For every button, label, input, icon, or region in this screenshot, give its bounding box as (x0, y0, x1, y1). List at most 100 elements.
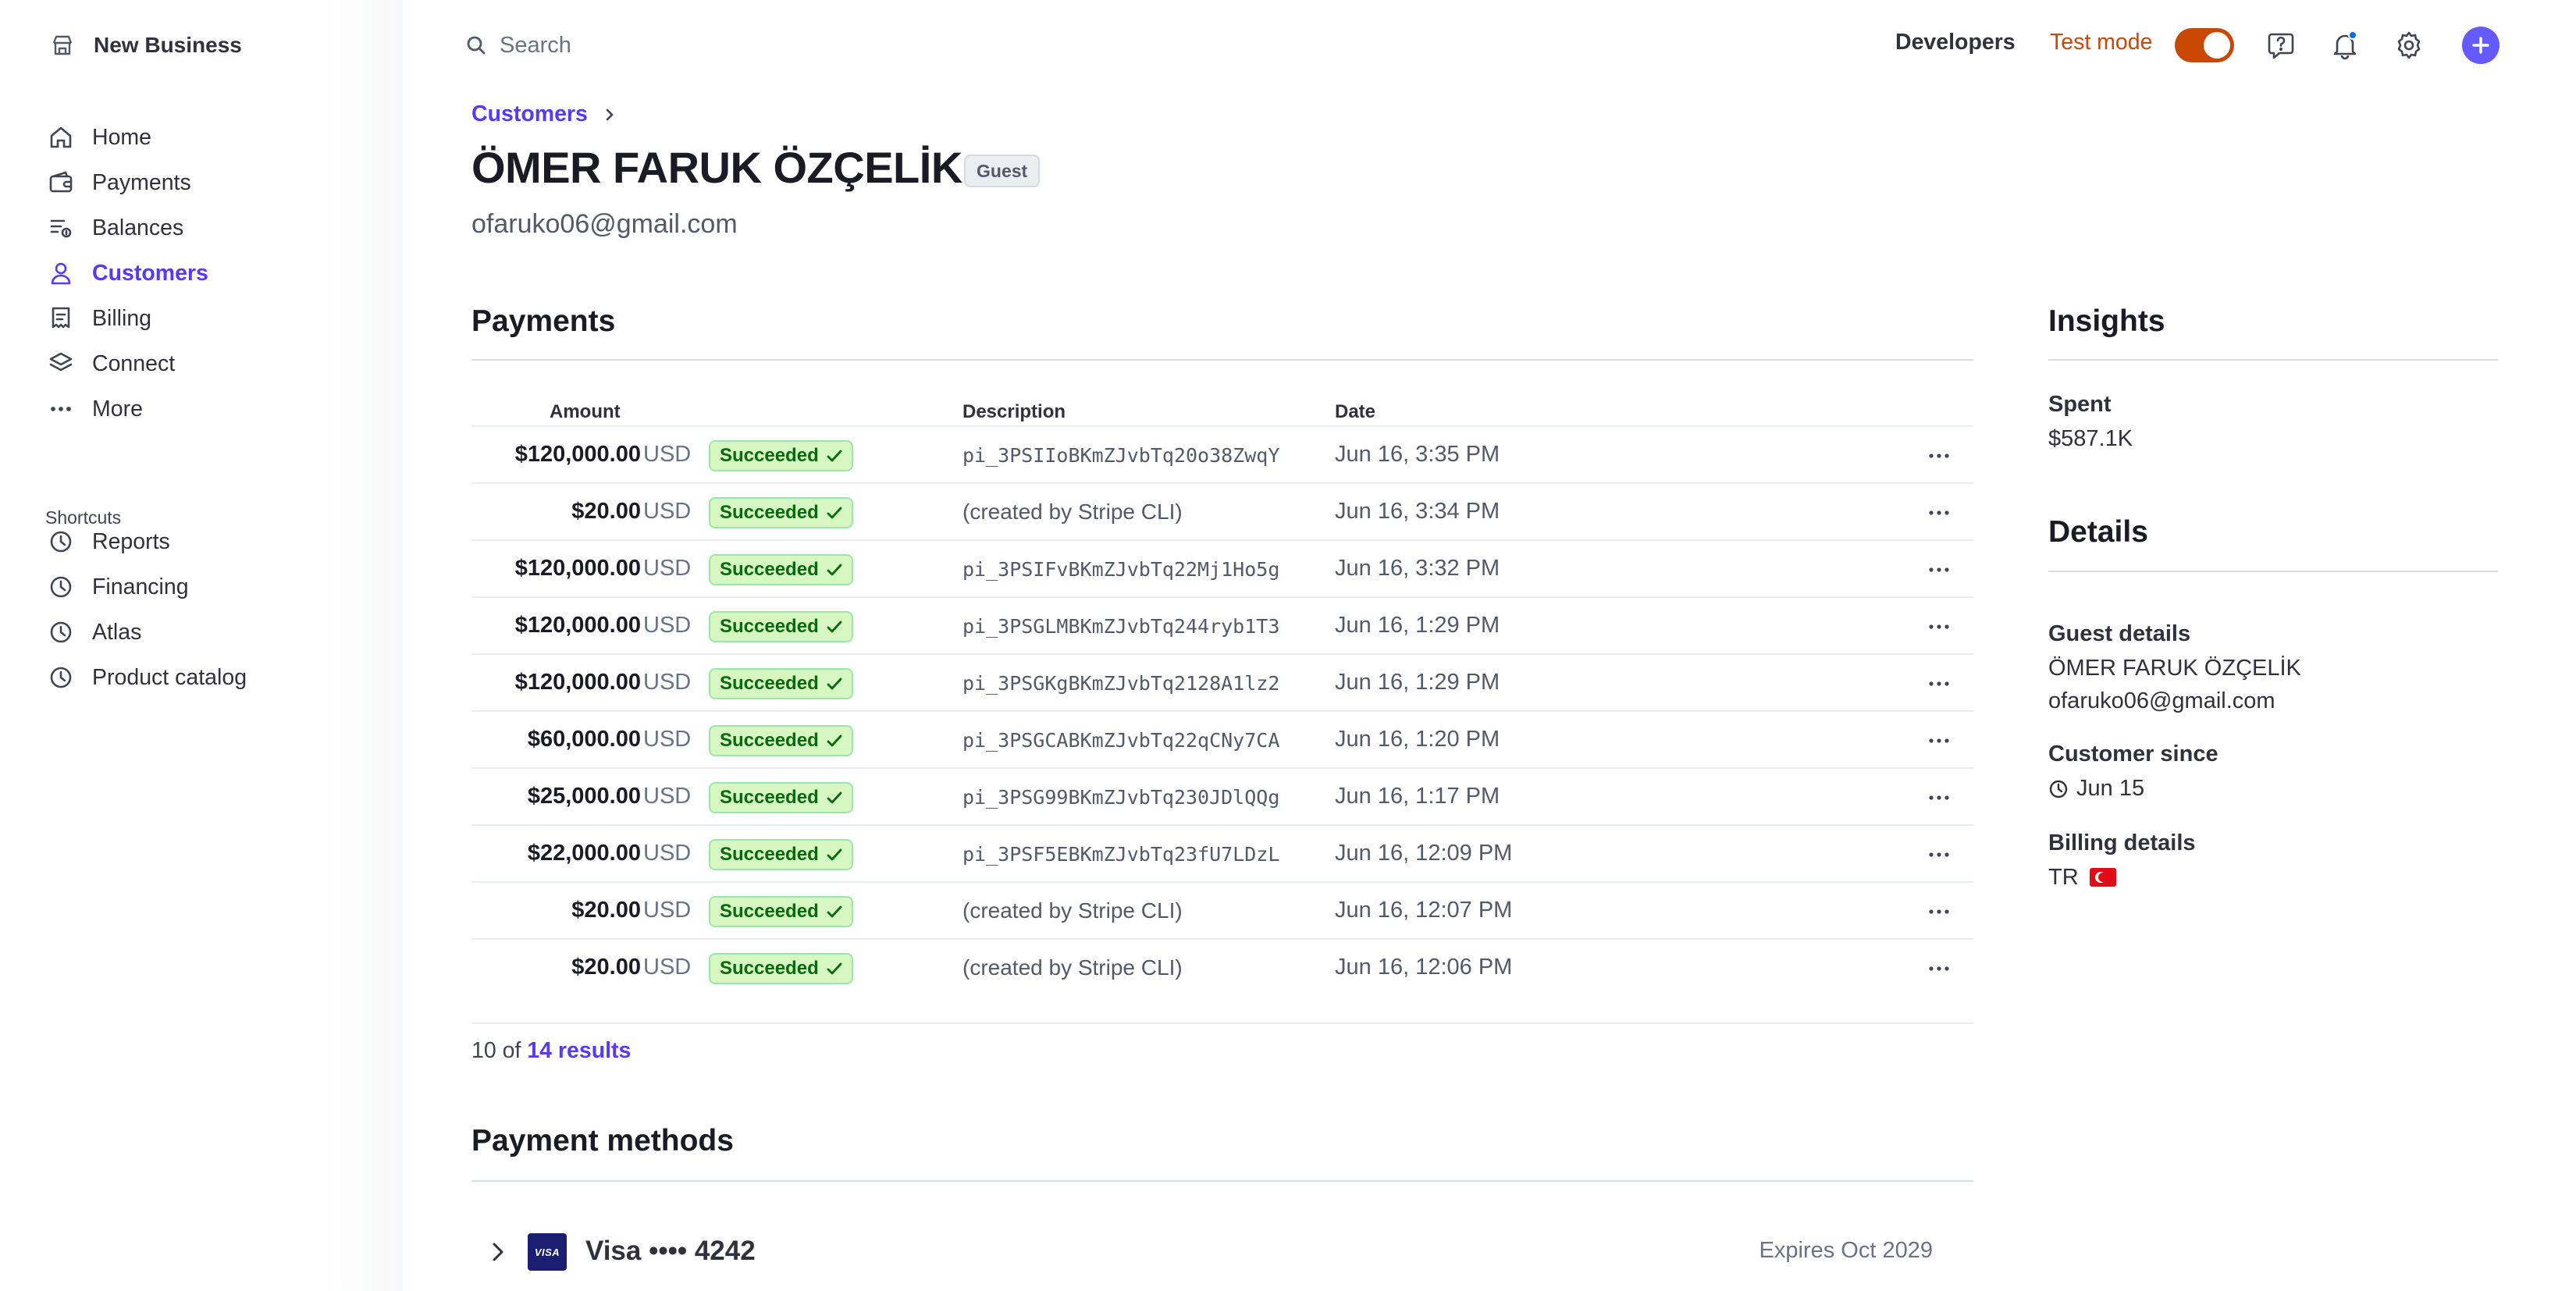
column-amount[interactable]: Amount (550, 401, 621, 423)
breadcrumb-customers[interactable]: Customers (471, 101, 588, 127)
test-mode-toggle[interactable] (2175, 28, 2234, 62)
payment-description: pi_3PSG99BKmZJvbTq230JDlQQg (962, 786, 1280, 809)
column-date[interactable]: Date (1335, 401, 1375, 423)
shortcut-label: Financing (92, 574, 189, 599)
status-badge: Succeeded (709, 611, 853, 642)
row-actions-ellipsis-icon[interactable] (1925, 727, 1953, 755)
table-row[interactable]: $60,000.00 USD Succeeded pi_3PSGCABKmZJvbTq… (471, 710, 1973, 768)
sidebar-item-connect[interactable]: Connect (47, 347, 175, 381)
table-row[interactable]: $120,000.00 USD Succeeded pi_3PSGLMBKmZJvbT… (471, 596, 1973, 654)
payment-currency: USD (643, 841, 692, 866)
spent-value: $587.1K (2048, 426, 2133, 451)
help-icon[interactable] (2265, 30, 2297, 61)
payment-date: Jun 16, 3:35 PM (1335, 442, 1500, 467)
payment-description: pi_3PSGKgBKmZJvbTq2128A1lz2 (962, 672, 1280, 695)
shortcut-reports[interactable]: Reports (47, 525, 170, 559)
store-icon (52, 35, 73, 55)
table-row[interactable]: $120,000.00 USD Succeeded pi_3PSIFvBKmZJvbT… (471, 539, 1973, 597)
row-actions-ellipsis-icon[interactable] (1925, 442, 1953, 470)
create-new-button[interactable] (2462, 27, 2500, 64)
ellipsis-icon (51, 407, 71, 411)
insights-heading: Insights (2048, 304, 2165, 338)
row-actions-ellipsis-icon[interactable] (1925, 955, 1953, 983)
checkmark-icon (827, 564, 842, 576)
table-row[interactable]: $20.00 USD Succeeded (created by Stripe CLI… (471, 482, 1973, 540)
row-actions-ellipsis-icon[interactable] (1925, 841, 1953, 869)
payment-description: (created by Stripe CLI) (962, 955, 1183, 980)
payment-description: pi_3PSGLMBKmZJvbTq244ryb1T3 (962, 615, 1280, 638)
status-label: Succeeded (720, 673, 819, 694)
sidebar-item-payments[interactable]: Payments (47, 165, 191, 200)
checkmark-icon (827, 905, 842, 918)
status-label: Succeeded (720, 901, 819, 922)
details-divider (2048, 571, 2498, 572)
sidebar-item-billing[interactable]: Billing (47, 301, 151, 336)
status-badge: Succeeded (709, 497, 853, 528)
checkmark-icon (827, 450, 842, 462)
insights-divider (2048, 359, 2498, 361)
status-label: Succeeded (720, 502, 819, 523)
clock-icon (50, 576, 72, 598)
payment-currency: USD (643, 727, 692, 752)
sidebar-item-label: Connect (92, 350, 176, 376)
payment-method-row[interactable]: VISA Visa •••• 4242 Expires Oct 2029 (484, 1230, 1967, 1274)
payment-currency: USD (643, 442, 692, 467)
notifications-bell-icon[interactable] (2329, 30, 2361, 61)
payment-currency: USD (643, 784, 692, 809)
settings-gear-icon[interactable] (2393, 30, 2425, 61)
test-mode-label: Test mode (2050, 30, 2153, 55)
payment-description: (created by Stripe CLI) (962, 500, 1183, 524)
billing-country-code: TR (2048, 865, 2079, 890)
row-actions-ellipsis-icon[interactable] (1925, 898, 1953, 926)
status-badge: Succeeded (709, 896, 853, 927)
row-actions-ellipsis-icon[interactable] (1925, 556, 1953, 584)
payment-currency: USD (643, 556, 692, 581)
sidebar-item-more[interactable]: More (47, 392, 143, 426)
customer-since-label: Customer since (2048, 742, 2218, 766)
payment-amount: $20.00 (571, 955, 641, 980)
row-actions-ellipsis-icon[interactable] (1925, 784, 1953, 812)
customer-since: Jun 15 (2048, 776, 2144, 802)
payment-currency: USD (643, 670, 692, 695)
payment-currency: USD (643, 499, 692, 524)
shortcut-atlas[interactable]: Atlas (47, 615, 141, 649)
payment-amount: $120,000.00 (514, 556, 641, 581)
column-description[interactable]: Description (962, 401, 1066, 423)
payments-heading: Payments (471, 304, 616, 338)
payment-methods-heading: Payment methods (471, 1124, 734, 1158)
shortcut-label: Atlas (92, 619, 142, 645)
table-row[interactable]: $20.00 USD Succeeded (created by Stripe CLI… (471, 881, 1973, 939)
sidebar-item-label: Home (92, 124, 152, 150)
table-row[interactable]: $20.00 USD Succeeded (created by Stripe CLI… (471, 938, 1973, 996)
plus-icon (2472, 37, 2489, 54)
row-actions-ellipsis-icon[interactable] (1925, 499, 1953, 527)
customer-email: ofaruko06@gmail.com (471, 209, 738, 239)
account-switcher[interactable]: New Business (50, 30, 242, 61)
sidebar-item-balances[interactable]: Balances (47, 211, 183, 245)
breadcrumb[interactable]: Customers (471, 101, 617, 127)
checkmark-icon (827, 734, 842, 747)
checkmark-icon (827, 507, 842, 519)
table-row[interactable]: $22,000.00 USD Succeeded pi_3PSF5EBKmZJvbTq… (471, 824, 1973, 882)
shortcut-financing[interactable]: Financing (47, 570, 189, 604)
payment-date: Jun 16, 1:29 PM (1335, 670, 1500, 695)
sidebar-item-customers[interactable]: Customers (47, 256, 208, 290)
table-row[interactable]: $120,000.00 USD Succeeded pi_3PSIIoBKmZJvbT… (471, 425, 1973, 483)
shortcut-product-catalog[interactable]: Product catalog (47, 660, 247, 695)
view-all-results-link[interactable]: 14 results (527, 1038, 631, 1063)
row-actions-ellipsis-icon[interactable] (1925, 613, 1953, 641)
clock-icon (50, 531, 72, 553)
status-badge: Succeeded (709, 668, 853, 699)
status-badge: Succeeded (709, 554, 853, 585)
results-prefix: 10 of (471, 1038, 521, 1063)
status-label: Succeeded (720, 787, 819, 808)
billing-details-label: Billing details (2048, 830, 2196, 855)
row-actions-ellipsis-icon[interactable] (1925, 670, 1953, 698)
sidebar-item-home[interactable]: Home (47, 120, 151, 155)
developers-link[interactable]: Developers (1895, 30, 2016, 55)
table-row[interactable]: $120,000.00 USD Succeeded pi_3PSGKgBKmZJvbT… (471, 653, 1973, 711)
sidebar-item-label: Payments (92, 169, 191, 195)
chevron-right-icon[interactable] (484, 1238, 512, 1266)
table-row[interactable]: $25,000.00 USD Succeeded pi_3PSG99BKmZJvbTq… (471, 767, 1973, 825)
search-input[interactable]: Search (465, 28, 571, 62)
